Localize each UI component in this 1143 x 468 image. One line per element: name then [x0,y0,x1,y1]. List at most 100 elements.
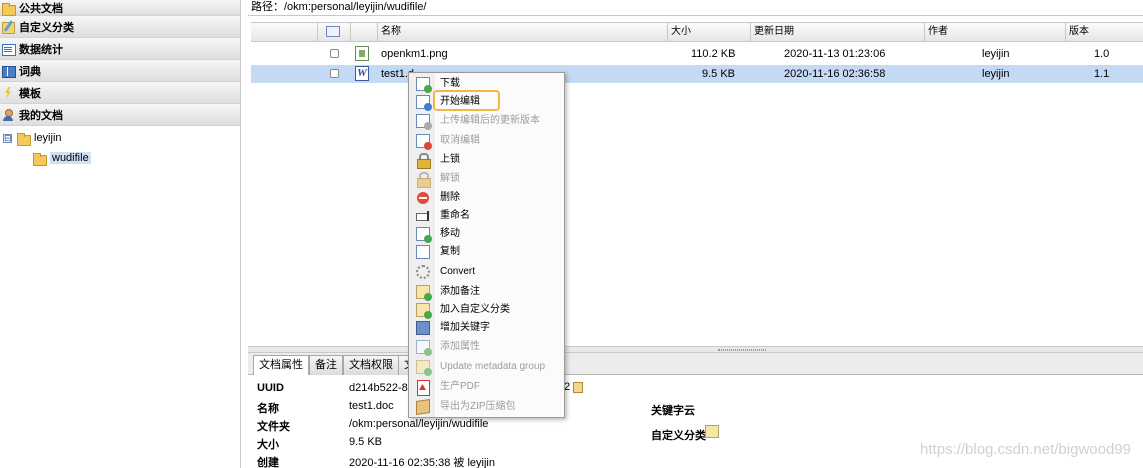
table-row[interactable]: openkm1.png 110.2 KB 2020-11-13 01:23:06… [251,45,1143,63]
menu-item-label: 添加属性 [440,341,480,352]
menu-item-label: 导出为ZIP压缩包 [440,401,516,412]
accordion-public-documents[interactable]: 公共文档 [0,0,240,16]
template-icon [1,86,15,100]
accordion-templates[interactable]: 模板 [0,82,240,104]
panel-splitter[interactable] [248,346,1143,353]
menu-item-add-property[interactable]: 添加属性 [409,338,564,356]
menu-item-label: Convert [440,266,476,277]
table-icon [326,26,340,37]
column-select-all[interactable] [317,23,350,41]
copy-icon[interactable] [573,381,584,393]
add-category-icon[interactable] [705,425,719,438]
gear-icon [416,265,430,279]
menu-item-update-metadata-group[interactable]: Update metadata group [409,358,564,376]
menu-item-add-keyword[interactable]: 增加关键字 [409,319,564,337]
menu-item-label: 取消编辑 [440,135,480,146]
accordion-label: 数据统计 [19,43,63,56]
row-checkbox[interactable] [330,49,339,58]
tree-node-label: wudifile [50,152,91,164]
created-label: 创建 [257,457,279,468]
menu-item-label: 上锁 [440,154,460,165]
context-menu: 下载 开始编辑 上传编辑后的更新版本 取消编辑 上锁 解锁 删除 重命名 移动 … [408,72,565,418]
uuid-value: d214b522-8 [349,382,408,394]
edit-icon [416,95,432,111]
file-author: leyijin [982,68,1010,80]
accordion-custom-categories[interactable]: 自定义分类 [0,16,240,38]
properties-tab-bar: 文档属性 备注 文档权限 文 [248,353,1143,375]
column-author[interactable]: 作者 [924,23,1065,41]
folder-label: 文件夹 [257,421,290,433]
file-name[interactable]: openkm1.png [381,45,448,63]
menu-item-label: 删除 [440,192,460,203]
menu-item-move[interactable]: 移动 [409,225,564,243]
file-author: leyijin [982,48,1010,60]
menu-item-label: 下载 [440,78,460,89]
file-size: 9.5 KB [701,68,735,80]
tab-permissions[interactable]: 文档权限 [343,355,399,375]
tab-notes[interactable]: 备注 [309,355,343,375]
collapse-toggle-icon[interactable]: ⊟ [3,133,12,143]
menu-item-label: 移动 [440,228,460,239]
folder-open-icon [16,131,31,146]
menu-item-label: 上传编辑后的更新版本 [440,115,540,126]
menu-item-label: 开始编辑 [440,96,480,107]
splitter-grip-icon [718,349,766,351]
name-label: 名称 [257,403,279,415]
menu-item-add-note[interactable]: 添加备注 [409,283,564,301]
menu-item-upload-update[interactable]: 上传编辑后的更新版本 [409,112,564,130]
row-checkbox[interactable] [330,69,339,78]
folder-open-icon [32,151,47,166]
menu-item-copy[interactable]: 复制 [409,243,564,261]
size-label: 大小 [257,439,279,451]
menu-item-add-category[interactable]: 加入自定义分类 [409,301,564,319]
accordion-label: 公共文档 [19,2,63,15]
column-type[interactable] [350,23,377,41]
column-size[interactable]: 大小 [667,23,750,41]
menu-item-download[interactable]: 下载 [409,75,564,93]
accordion-my-documents[interactable]: 我的文档 [0,104,240,126]
menu-item-generate-pdf[interactable]: 生产PDF [409,378,564,396]
uuid-tail: 2 [564,381,584,393]
delete-icon [416,191,430,205]
menu-item-cancel-edit[interactable]: 取消编辑 [409,132,564,150]
accordion-label: 词典 [19,65,41,78]
accordion-label: 我的文档 [19,109,63,122]
accordion-dictionary[interactable]: 词典 [0,60,240,82]
tree-node-wudifile[interactable]: wudifile [0,148,240,168]
download-icon [416,77,432,93]
menu-item-start-editing[interactable]: 开始编辑 [409,93,564,111]
menu-item-label: 添加备注 [440,286,480,297]
menu-item-label: 生产PDF [440,381,480,392]
accordion-label: 模板 [19,87,41,100]
cancel-edit-icon [416,134,432,150]
menu-item-lock[interactable]: 上锁 [409,151,564,169]
file-date: 2020-11-16 02:36:58 [784,68,886,80]
keywords-label: 关键字云 [651,405,695,417]
menu-item-delete[interactable]: 删除 [409,189,564,207]
menu-item-label: 复制 [440,246,460,257]
menu-item-convert[interactable]: Convert [409,263,564,281]
file-version: 1.0 [1094,48,1110,60]
dictionary-icon [1,64,16,78]
tab-document-properties[interactable]: 文档属性 [253,355,309,375]
user-icon [1,108,15,122]
tree-node-leyijin[interactable]: ⊟ leyijin [0,128,240,148]
file-list-header: 名称 大小 更新日期 作者 版本 [251,22,1143,42]
menu-item-export-zip[interactable]: 导出为ZIP压缩包 [409,398,564,416]
accordion-statistics[interactable]: 数据统计 [0,38,240,60]
pdf-icon [416,380,430,396]
table-row-selected[interactable]: W test1.d 9.5 KB 2020-11-16 02:36:58 ley… [251,65,1143,83]
unlock-icon [416,172,431,188]
file-size: 110.2 KB [691,48,736,60]
menu-item-rename[interactable]: 重命名 [409,207,564,225]
column-version[interactable]: 版本 [1065,23,1143,41]
folder-tree: ⊟ leyijin wudifile [0,128,240,168]
watermark: https://blog.csdn.net/bigwood99 [920,441,1131,458]
folder-value[interactable]: /okm:personal/leyijin/wudifile [349,418,488,430]
column-name[interactable]: 名称 [377,23,667,41]
copy-icon [416,245,430,259]
menu-item-unlock[interactable]: 解锁 [409,170,564,188]
column-date[interactable]: 更新日期 [750,23,924,41]
menu-item-label: 解锁 [440,173,460,184]
move-icon [416,227,432,243]
